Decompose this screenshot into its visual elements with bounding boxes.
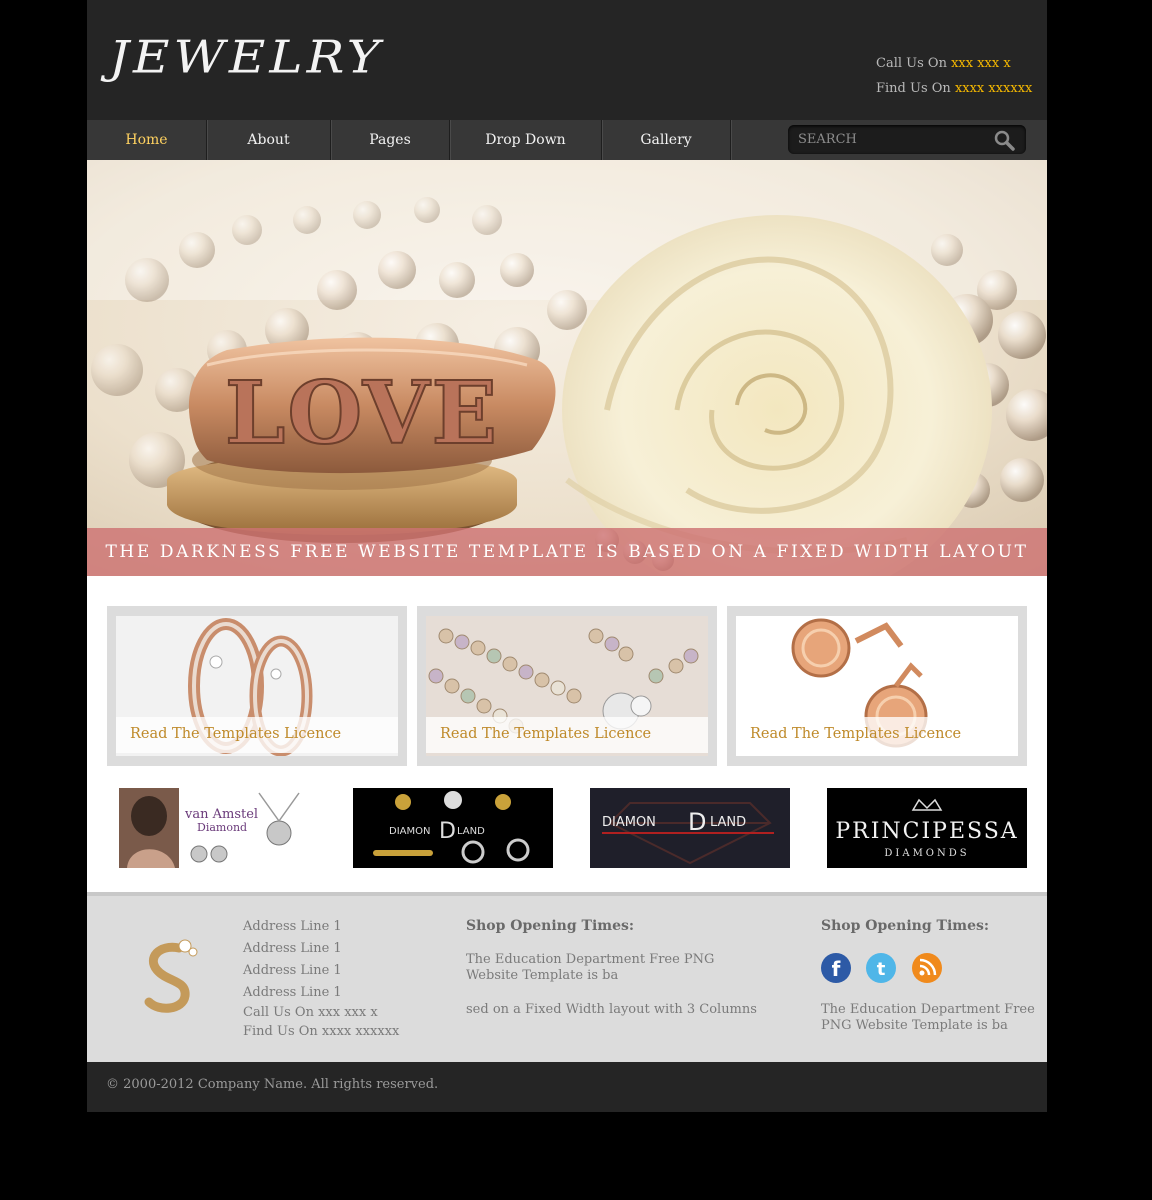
svg-text:LAND: LAND [457,826,485,837]
svg-text:t: t [877,959,886,980]
brand-principessa[interactable]: PRINCIPESSA DIAMONDS [827,788,1027,868]
svg-text:van Amstel: van Amstel [184,807,258,822]
svg-text:DIAMON: DIAMON [389,826,430,837]
call-info: Call Us On xxx xxx x [876,56,1011,71]
footer-paragraph: PNG Website Template is ba [821,1018,1008,1033]
svg-text:D: D [439,819,456,844]
address-line: Address Line 1 [243,963,342,978]
search-icon[interactable] [993,129,1015,151]
find-value[interactable]: xxxx xxxxxx [955,81,1032,96]
svg-text:DIAMONDS: DIAMONDS [884,848,969,859]
ring-engraving: LOVE [225,363,499,464]
address-line: Address Line 1 [243,919,342,934]
svg-text:PRINCIPESSA: PRINCIPESSA [835,819,1018,844]
call-label: Call Us On [876,56,947,71]
address-line: Address Line 1 [243,985,342,1000]
nav-pages[interactable]: Pages [331,120,450,160]
main-content: Read The Templates Licence Read The Temp… [87,576,1047,892]
copyright-text: © 2000-2012 Company Name. All rights res… [106,1077,439,1092]
feature-link[interactable]: Read The Templates Licence [426,717,708,753]
facebook-icon[interactable]: f [820,952,852,984]
feature-card: Read The Templates Licence [107,606,407,766]
page-container: JEWELRY Call Us On xxx xxx x Find Us On … [87,0,1047,1112]
svg-text:Diamond: Diamond [197,821,247,834]
footer-paragraph: sed on a Fixed Width layout with 3 Colum… [466,1002,757,1017]
site-header: JEWELRY Call Us On xxx xxx x Find Us On … [87,0,1047,120]
hero-banner: LOVE THE DARKNESS FREE WEBSITE TEMPLATE … [87,160,1047,576]
opening-times-heading: Shop Opening Times: [466,918,635,934]
find-info: Find Us On xxxx xxxxxx [876,81,1032,96]
svg-text:DIAMON: DIAMON [602,815,656,830]
svg-text:D: D [688,808,706,836]
search-input[interactable] [798,130,978,148]
site-logo[interactable]: JEWELRY [109,30,384,84]
rss-icon[interactable] [911,952,943,984]
footer-call: Call Us On xxx xxx x [243,1005,378,1020]
nav-home[interactable]: Home [87,120,207,160]
feature-link[interactable]: Read The Templates Licence [736,717,1018,753]
feature-card: Read The Templates Licence [727,606,1027,766]
hero-image: LOVE [87,160,1047,576]
feature-link[interactable]: Read The Templates Licence [116,717,398,753]
address-line: Address Line 1 [243,941,342,956]
svg-text:LAND: LAND [710,815,746,830]
banner-caption: THE DARKNESS FREE WEBSITE TEMPLATE IS BA… [87,528,1047,576]
feature-card: Read The Templates Licence [417,606,717,766]
site-footer: Address Line 1 Address Line 1 Address Li… [87,892,1047,1062]
nav-about[interactable]: About [207,120,331,160]
twitter-icon[interactable]: t [865,952,897,984]
opening-times-heading: Shop Opening Times: [821,918,990,934]
nav-drop-down[interactable]: Drop Down [450,120,602,160]
svg-text:f: f [832,957,841,981]
nav-gallery[interactable]: Gallery [602,120,731,160]
footer-paragraph: The Education Department Free PNG [466,952,715,967]
search-box [788,125,1026,154]
footer-find: Find Us On xxxx xxxxxx [243,1024,400,1039]
footer-logo-icon [144,939,198,1013]
brand-van-amstel[interactable]: van Amstel Diamond [119,788,313,868]
main-nav: Home About Pages Drop Down Gallery [87,120,1047,160]
brand-diamondland-1[interactable]: DIAMON D LAND [353,788,553,868]
footer-paragraph: The Education Department Free [821,1002,1035,1017]
copyright-bar: © 2000-2012 Company Name. All rights res… [87,1062,1047,1112]
call-value[interactable]: xxx xxx x [951,56,1011,71]
brand-diamondland-2[interactable]: DIAMON D LAND [590,788,790,868]
find-label: Find Us On [876,81,951,96]
footer-paragraph: Website Template is ba [466,968,619,983]
